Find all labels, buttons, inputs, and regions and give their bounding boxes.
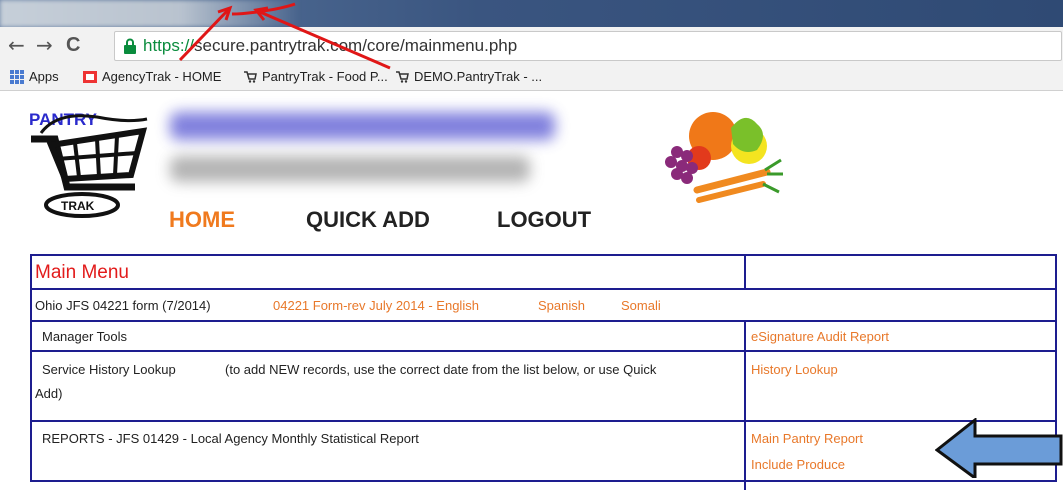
jfs-spanish-link[interactable]: Spanish bbox=[538, 296, 585, 316]
blue-pointer-arrow-icon bbox=[935, 418, 1063, 478]
fruit-vegetable-image bbox=[665, 112, 783, 203]
bookmark-label: PantryTrak - Food P... bbox=[262, 69, 388, 84]
bookmark-demo-pantrytrak[interactable]: DEMO.PantryTrak - ... bbox=[395, 68, 542, 85]
nav-home[interactable]: HOME bbox=[169, 207, 235, 233]
apps-grid-icon bbox=[10, 69, 24, 84]
reports-label: REPORTS - JFS 01429 - Local Agency Month… bbox=[42, 431, 419, 446]
url-scheme: https:// bbox=[143, 36, 195, 55]
logo-top-text: PANTRY bbox=[29, 110, 98, 129]
bookmark-label: Apps bbox=[29, 69, 59, 84]
manager-tools-label: Manager Tools bbox=[42, 329, 128, 344]
url-path: secure.pantrytrak.com/core/mainmenu.php bbox=[194, 36, 518, 55]
cart-icon bbox=[244, 70, 257, 83]
history-lookup-link[interactable]: History Lookup bbox=[751, 360, 838, 380]
lock-icon bbox=[124, 38, 136, 54]
bookmark-label: DEMO.PantryTrak - ... bbox=[414, 69, 543, 84]
bookmark-agencytrak[interactable]: AgencyTrak - HOME bbox=[83, 68, 221, 85]
url-text: https://secure.pantrytrak.com/core/mainm… bbox=[143, 36, 517, 56]
reload-icon[interactable]: C bbox=[66, 34, 80, 56]
cart-icon bbox=[396, 70, 409, 83]
nav-quick-add[interactable]: QUICK ADD bbox=[306, 207, 430, 233]
back-arrow-icon[interactable]: ← bbox=[8, 34, 25, 56]
service-history-label: Service History Lookup bbox=[42, 362, 176, 377]
browser-tab-strip bbox=[0, 0, 1063, 27]
include-produce-link[interactable]: Include Produce bbox=[751, 455, 845, 475]
jfs-somali-link[interactable]: Somali bbox=[621, 296, 661, 316]
forward-arrow-icon[interactable]: → bbox=[36, 34, 53, 56]
blurred-agency-address bbox=[170, 156, 530, 182]
blurred-agency-name bbox=[170, 112, 555, 140]
page-title: Main Menu bbox=[35, 262, 129, 283]
blurred-tab[interactable] bbox=[0, 0, 300, 27]
jfs-english-link[interactable]: 04221 Form-rev July 2014 - English bbox=[273, 296, 479, 316]
agencytrak-icon bbox=[83, 70, 97, 83]
bookmark-apps[interactable]: Apps bbox=[10, 68, 59, 85]
service-history-hint-cont: Add) bbox=[35, 386, 63, 401]
address-bar[interactable]: https://secure.pantrytrak.com/core/mainm… bbox=[114, 31, 1062, 61]
logo-bottom-text: TRAK bbox=[61, 199, 95, 213]
bookmarks-bar: Apps AgencyTrak - HOME PantryTrak - Food… bbox=[0, 64, 1063, 91]
pantrytrak-logo[interactable]: PANTRY TRAK bbox=[27, 109, 157, 221]
jfs-form-label: Ohio JFS 04221 form (7/2014) bbox=[35, 298, 211, 313]
service-history-hint: (to add NEW records, use the correct dat… bbox=[225, 362, 657, 377]
main-pantry-report-link[interactable]: Main Pantry Report bbox=[751, 429, 863, 449]
bookmark-pantrytrak[interactable]: PantryTrak - Food P... bbox=[243, 68, 388, 85]
nav-logout[interactable]: LOGOUT bbox=[497, 207, 591, 233]
bookmark-label: AgencyTrak - HOME bbox=[102, 69, 222, 84]
esignature-audit-report-link[interactable]: eSignature Audit Report bbox=[751, 327, 889, 347]
main-menu-table: Main Menu Ohio JFS 04221 form (7/2014) 0… bbox=[30, 254, 1057, 490]
